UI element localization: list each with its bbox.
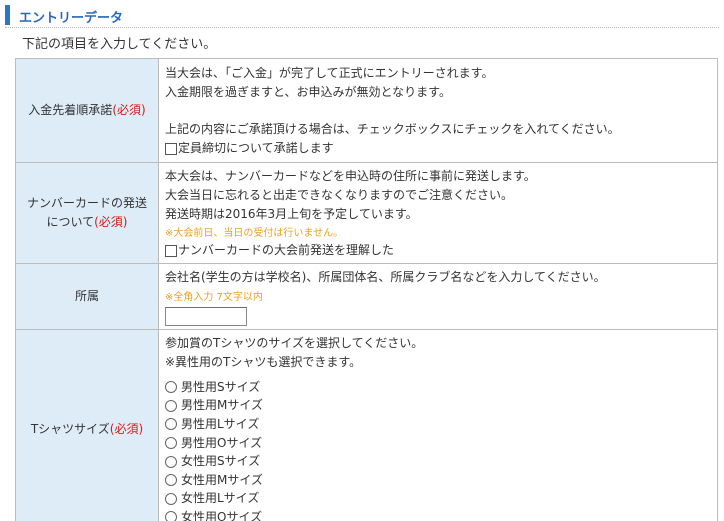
table-row: Tシャツサイズ(必須) 参加賞のTシャツのサイズを選択してください。 ※異性用の… — [15, 329, 718, 521]
section-title: エントリーデータ — [19, 11, 124, 26]
table-row: ナンバーカードの発送 について(必須) 本大会は、ナンバーカードなどを申込時の住… — [15, 162, 718, 264]
tshirt-option[interactable]: 男性用Mサイズ — [165, 397, 711, 416]
tshirt-option[interactable]: 男性用Oサイズ — [165, 434, 711, 453]
info-line: 参加賞のTシャツのサイズを選択してください。 — [165, 336, 424, 350]
option-label[interactable]: 女性用Lサイズ — [181, 489, 259, 508]
required-mark: (必須) — [94, 215, 128, 229]
payment-consent-checkbox-row[interactable]: 定員締切について承諾します — [165, 139, 711, 158]
radio-button[interactable] — [165, 399, 177, 412]
option-label[interactable]: 女性用Sサイズ — [181, 452, 260, 471]
tshirt-option[interactable]: 女性用Lサイズ — [165, 490, 711, 509]
radio-button[interactable] — [165, 474, 177, 487]
info-line: ※異性用のTシャツも選択できます。 — [165, 355, 362, 369]
section-heading: エントリーデータ — [5, 4, 719, 28]
info-line: 本大会は、ナンバーカードなどを申込時の住所に事前に発送します。 — [165, 169, 536, 183]
input-note: ※全角入力 7文字以内 — [165, 292, 263, 303]
option-label[interactable]: 男性用Oサイズ — [181, 434, 262, 453]
option-label[interactable]: 男性用Lサイズ — [181, 415, 259, 434]
intro-text: 下記の項目を入力してください。 — [22, 37, 217, 52]
radio-button[interactable] — [165, 437, 177, 450]
info-line: 大会当日に忘れると出走できなくなりますのでご注意ください。 — [165, 188, 514, 202]
radio-button[interactable] — [165, 381, 177, 394]
label-text: 入金先着順承諾 — [28, 103, 113, 117]
table-row: 入金先着順承諾(必須) 当大会は、「ご入金」が完了して正式にエントリーされます。… — [15, 58, 718, 163]
label-text: 所属 — [74, 289, 99, 303]
radio-button[interactable] — [165, 492, 177, 505]
info-line: 発送時期は2016年3月上旬を予定しています。 — [165, 207, 418, 221]
row-label-number-card: ナンバーカードの発送 について(必須) — [15, 162, 159, 264]
row-content-number-card: 本大会は、ナンバーカードなどを申込時の住所に事前に発送します。 大会当日に忘れる… — [158, 162, 718, 264]
affiliation-input[interactable] — [165, 307, 247, 326]
heading-accent-bar — [5, 5, 10, 25]
label-text: ナンバーカードの発送 — [26, 196, 147, 210]
row-label-affiliation: 所属 — [15, 263, 159, 330]
option-label[interactable]: 女性用Mサイズ — [181, 471, 263, 490]
info-line: 上記の内容にご承諾頂ける場合は、チェックボックスにチェックを入れてください。 — [165, 122, 620, 136]
row-content-affiliation: 会社名(学生の方は学校名)、所属団体名、所属クラブ名などを入力してください。 ※… — [158, 263, 718, 330]
label-text: Tシャツサイズ — [30, 422, 110, 437]
tshirt-option[interactable]: 女性用Oサイズ — [165, 508, 711, 521]
payment-consent-checkbox[interactable] — [165, 142, 177, 155]
required-mark: (必須) — [112, 103, 146, 117]
entry-form-table: 入金先着順承諾(必須) 当大会は、「ご入金」が完了して正式にエントリーされます。… — [15, 58, 718, 521]
label-text: について — [46, 215, 95, 229]
checkbox-label[interactable]: 定員締切について承諾します — [178, 139, 334, 158]
tshirt-option[interactable]: 女性用Mサイズ — [165, 471, 711, 490]
option-label[interactable]: 女性用Oサイズ — [181, 508, 262, 521]
table-row: 所属 会社名(学生の方は学校名)、所属団体名、所属クラブ名などを入力してください… — [15, 263, 718, 330]
option-label[interactable]: 男性用Mサイズ — [181, 396, 263, 415]
number-card-checkbox-row[interactable]: ナンバーカードの大会前発送を理解した — [165, 241, 711, 260]
info-line: 当大会は、「ご入金」が完了して正式にエントリーされます。 — [165, 66, 494, 80]
row-label-tshirt: Tシャツサイズ(必須) — [15, 329, 159, 521]
option-label[interactable]: 男性用Sサイズ — [181, 378, 260, 397]
required-mark: (必須) — [109, 422, 144, 437]
tshirt-option[interactable]: 男性用Lサイズ — [165, 415, 711, 434]
row-content-payment: 当大会は、「ご入金」が完了して正式にエントリーされます。 入金期限を過ぎますと、… — [158, 58, 718, 163]
number-card-checkbox[interactable] — [165, 244, 177, 257]
row-label-payment: 入金先着順承諾(必須) — [15, 58, 159, 163]
radio-button[interactable] — [165, 418, 177, 431]
radio-button[interactable] — [165, 455, 177, 468]
radio-button[interactable] — [165, 511, 177, 521]
tshirt-option[interactable]: 女性用Sサイズ — [165, 452, 711, 471]
warning-note: ※大会前日、当日の受付は行いません。 — [165, 228, 344, 239]
info-line: 入金期限を過ぎますと、お申込みが無効となります。 — [165, 85, 451, 99]
checkbox-label[interactable]: ナンバーカードの大会前発送を理解した — [178, 241, 394, 260]
info-line: 会社名(学生の方は学校名)、所属団体名、所属クラブ名などを入力してください。 — [165, 270, 606, 284]
tshirt-option[interactable]: 男性用Sサイズ — [165, 378, 711, 397]
row-content-tshirt: 参加賞のTシャツのサイズを選択してください。 ※異性用のTシャツも選択できます。… — [158, 329, 718, 521]
